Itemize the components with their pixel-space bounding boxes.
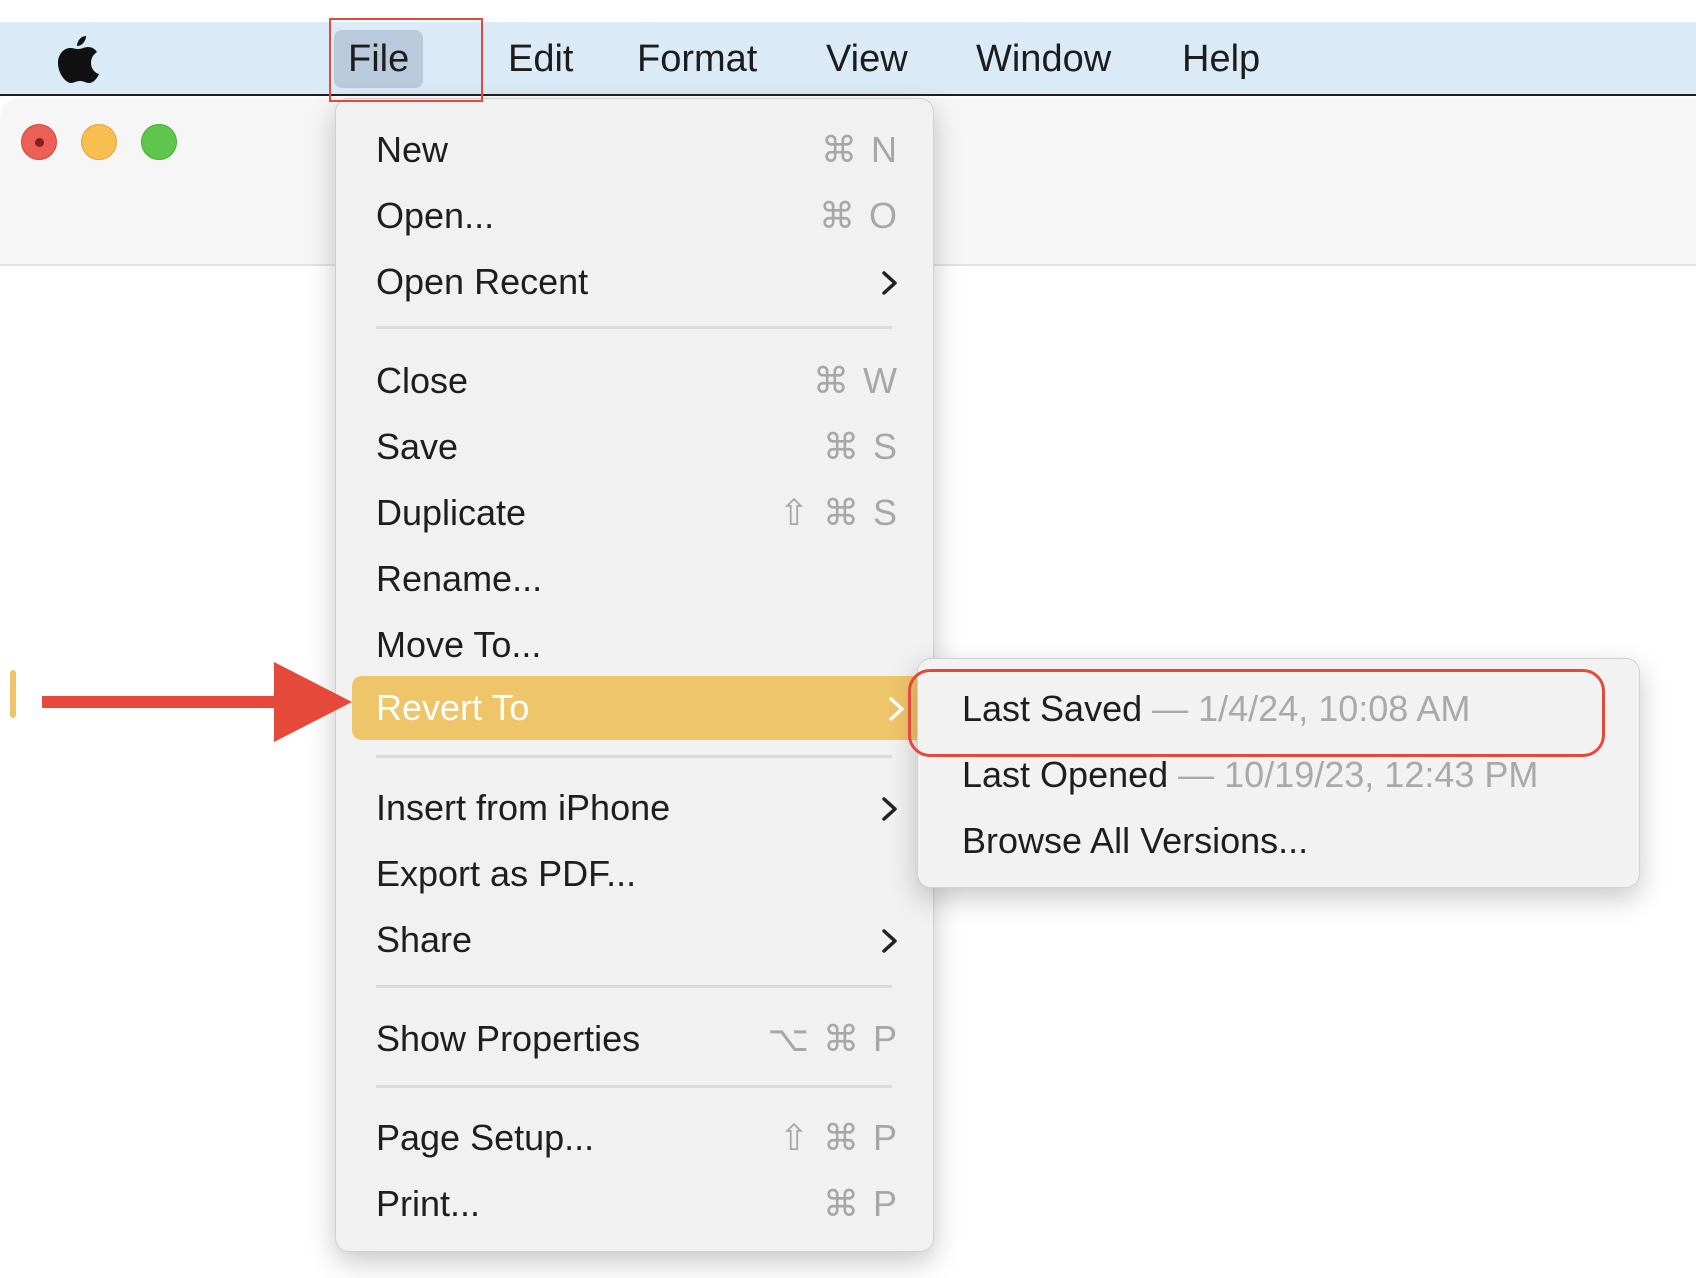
- menu-item-label: Open Recent: [376, 261, 589, 302]
- shortcut-text: ⇧ ⌘ S: [778, 492, 899, 533]
- menu-item-print[interactable]: Print... ⌘ P: [352, 1172, 919, 1236]
- shortcut-text: ⌘ S: [822, 426, 899, 467]
- shortcut-text: ⌘ O: [818, 195, 899, 236]
- menu-item-open-recent[interactable]: Open Recent: [352, 250, 919, 314]
- file-menu: New ⌘ N Open... ⌘ O Open Recent Close ⌘ …: [335, 98, 934, 1252]
- menu-help[interactable]: Help: [1168, 30, 1274, 88]
- text-cursor: [10, 670, 16, 718]
- menu-separator: [376, 326, 892, 329]
- chevron-right-icon: [882, 797, 897, 821]
- menu-item-label: Revert To: [376, 687, 530, 728]
- chevron-right-icon: [882, 271, 897, 295]
- shortcut-text: ⌘ N: [821, 129, 899, 170]
- menu-item-label: Export as PDF...: [376, 853, 637, 894]
- close-window-button[interactable]: [21, 124, 57, 160]
- submenu-item-browse-all-versions[interactable]: Browse All Versions...: [962, 809, 1308, 873]
- file-menu-annotation-box: [329, 18, 483, 102]
- menu-separator: [376, 1085, 892, 1088]
- apple-logo-icon[interactable]: [56, 32, 100, 84]
- chevron-right-icon: [882, 929, 897, 953]
- menu-separator: [376, 985, 892, 988]
- menu-item-move-to[interactable]: Move To...: [352, 613, 919, 677]
- shortcut-text: ⌥ ⌘ P: [767, 1018, 899, 1059]
- red-arrow-annotation: [42, 662, 352, 742]
- menu-item-close[interactable]: Close ⌘ W: [352, 349, 919, 413]
- menu-item-label: Page Setup...: [376, 1117, 595, 1158]
- menu-item-label: Save: [376, 426, 459, 467]
- shortcut-text: ⇧ ⌘ P: [778, 1117, 899, 1158]
- menu-item-label: Duplicate: [376, 492, 527, 533]
- menu-item-rename[interactable]: Rename...: [352, 547, 919, 611]
- menu-item-open[interactable]: Open... ⌘ O: [352, 184, 919, 248]
- menu-separator: [376, 755, 892, 758]
- shortcut-text: ⌘ P: [822, 1183, 899, 1224]
- menu-item-share[interactable]: Share: [352, 908, 919, 972]
- menu-item-new[interactable]: New ⌘ N: [352, 118, 919, 182]
- menu-item-page-setup[interactable]: Page Setup... ⇧ ⌘ P: [352, 1106, 919, 1170]
- menu-view[interactable]: View: [812, 30, 922, 88]
- menu-item-label: Insert from iPhone: [376, 787, 671, 828]
- submenu-item-label: Browse All Versions...: [962, 820, 1309, 861]
- minimize-window-button[interactable]: [81, 124, 117, 160]
- menu-item-label: Show Properties: [376, 1018, 641, 1059]
- menu-item-export-pdf[interactable]: Export as PDF...: [352, 842, 919, 906]
- shortcut-text: ⌘ W: [813, 360, 899, 401]
- menu-edit[interactable]: Edit: [494, 30, 587, 88]
- menu-item-label: Open...: [376, 195, 495, 236]
- menu-item-label: Share: [376, 919, 473, 960]
- menu-item-insert-from-iphone[interactable]: Insert from iPhone: [352, 776, 919, 840]
- menu-item-label: Close: [376, 360, 469, 401]
- submenu-item-label: Last Opened: [962, 754, 1169, 795]
- menu-bar: File Edit Format View Window Help: [0, 22, 1696, 96]
- menu-item-label: Print...: [376, 1183, 481, 1224]
- menu-item-label: Move To...: [376, 624, 542, 665]
- menu-item-label: Rename...: [376, 558, 543, 599]
- menu-item-show-properties[interactable]: Show Properties ⌥ ⌘ P: [352, 1007, 919, 1071]
- chevron-right-icon: [889, 697, 904, 721]
- last-saved-annotation-box: [908, 669, 1605, 757]
- menu-item-duplicate[interactable]: Duplicate ⇧ ⌘ S: [352, 481, 919, 545]
- menu-item-revert-to[interactable]: Revert To: [352, 676, 926, 740]
- menu-item-label: New: [376, 129, 449, 170]
- menu-item-save[interactable]: Save ⌘ S: [352, 415, 919, 479]
- zoom-window-button[interactable]: [141, 124, 177, 160]
- menu-format[interactable]: Format: [623, 30, 771, 88]
- menu-window[interactable]: Window: [962, 30, 1125, 88]
- version-date: — 10/19/23, 12:43 PM: [1168, 754, 1539, 795]
